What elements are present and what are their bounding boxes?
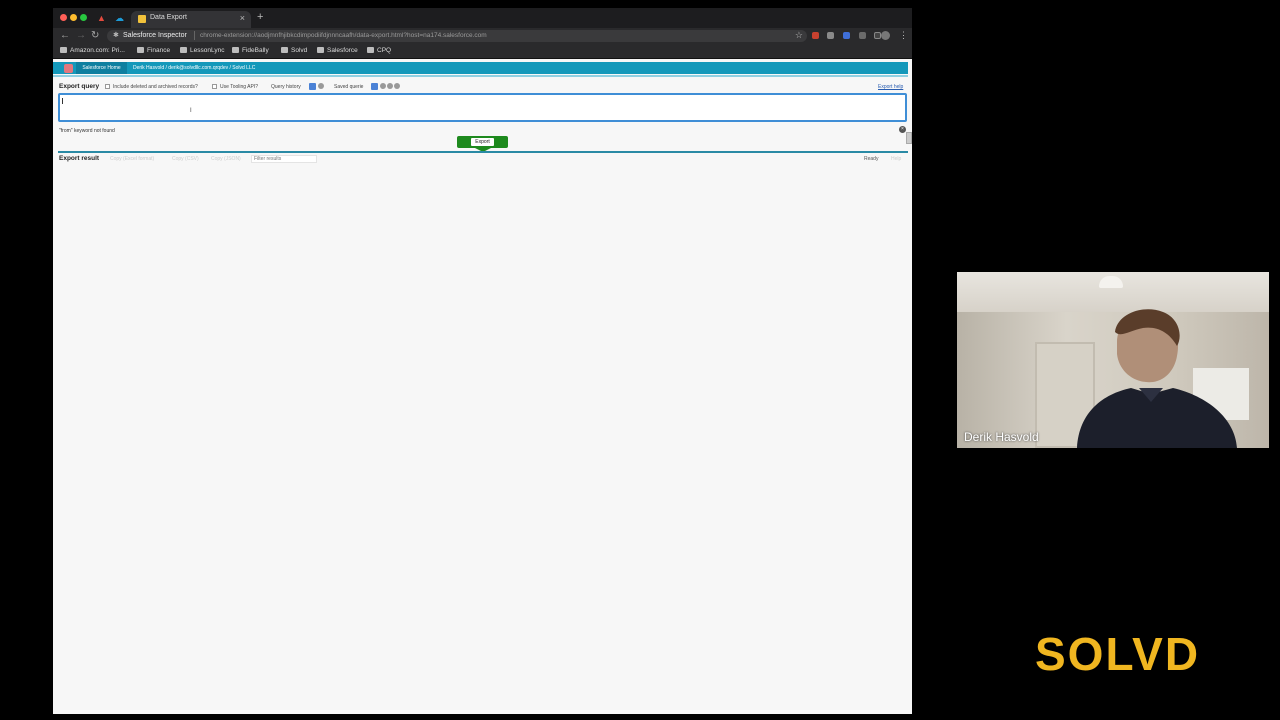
salesforce-home-link[interactable]: Salesforce Home	[76, 62, 127, 74]
extension-red-icon[interactable]	[812, 32, 819, 39]
tab-data-export[interactable]: Data Export ×	[131, 11, 251, 28]
folder-icon	[317, 47, 324, 53]
address-separator	[194, 31, 195, 40]
salesforce-inspector-logo-icon	[64, 64, 73, 73]
tab-strip: ▲ ☁ Data Export × +	[53, 8, 912, 28]
extension-icon: ✱	[113, 32, 119, 39]
data-export-page: Salesforce Home Derik Hasvold / derik@so…	[53, 59, 912, 714]
new-tab-button[interactable]: +	[257, 11, 263, 23]
query-controls: Export query Include deleted and archive…	[59, 83, 908, 93]
copy-json-button[interactable]: Copy (JSON)	[211, 156, 241, 162]
copy-excel-button[interactable]: Copy (Excel format)	[110, 156, 154, 162]
resize-handle[interactable]	[906, 132, 912, 144]
ceiling-lamp	[1099, 276, 1123, 288]
query-editor[interactable]: I	[58, 93, 907, 122]
participant-name-label: Derik Hasvold	[964, 430, 1039, 444]
save-query-icon[interactable]	[380, 83, 386, 89]
browser-toolbar: ← → ↻ ✱ Salesforce Inspector chrome-exte…	[53, 28, 912, 44]
export-button-label: Export	[471, 138, 494, 146]
tab-title: Data Export	[150, 14, 187, 21]
include-deleted-label: Include deleted and archived records?	[113, 84, 198, 90]
extension-dot-icon[interactable]	[859, 32, 866, 39]
query-history-select[interactable]: Query history	[271, 84, 301, 90]
bookmark-folder[interactable]: CPQ	[367, 47, 391, 54]
profile-avatar[interactable]	[881, 31, 890, 40]
folder-icon	[367, 47, 374, 53]
bookmark-folder[interactable]: Solvd	[281, 47, 307, 54]
result-controls: Export result Copy (Excel format) Copy (…	[59, 155, 908, 165]
folder-icon	[281, 47, 288, 53]
use-tooling-checkbox[interactable]	[212, 84, 217, 89]
saved-queries-select[interactable]: Saved querie	[334, 84, 363, 90]
export-help-link[interactable]: Export help	[878, 84, 903, 90]
status-text: Ready	[864, 156, 879, 162]
close-circle-icon[interactable]: ×	[899, 126, 906, 133]
text-caret	[62, 98, 63, 104]
browser-menu-icon[interactable]: ⋮	[899, 30, 908, 40]
copy-csv-button[interactable]: Copy (CSV)	[172, 156, 199, 162]
bookmark-star-icon[interactable]: ☆	[795, 30, 803, 41]
address-url[interactable]: chrome-extension://aodjmnfhjibkcdimpodii…	[200, 32, 487, 39]
saved-queries-dropdown-icon[interactable]	[371, 83, 378, 90]
bookmark-folder[interactable]: FideBally	[232, 47, 269, 54]
export-query-title: Export query	[59, 83, 100, 90]
salesforce-header: Salesforce Home Derik Hasvold / derik@so…	[53, 62, 908, 74]
back-icon[interactable]: ←	[60, 30, 70, 42]
bookmark-folder[interactable]: LessonLync	[180, 47, 224, 54]
presenter-silhouette	[1077, 309, 1237, 448]
header-underline	[53, 75, 908, 77]
export-result-title: Export result	[59, 155, 100, 162]
site-name: Salesforce Inspector	[123, 32, 187, 39]
folder-icon	[137, 47, 144, 53]
bookmark-folder[interactable]: Finance	[137, 47, 170, 54]
section-divider	[58, 151, 908, 153]
pinned-tab-icon[interactable]: ▲	[97, 12, 106, 24]
reload-icon[interactable]: ↻	[91, 30, 99, 42]
window-minimize-button[interactable]	[70, 14, 77, 21]
extension-blue-icon[interactable]	[843, 32, 850, 39]
use-tooling-label: Use Tooling API?	[220, 84, 258, 90]
browser-window: ▲ ☁ Data Export × + ← → ↻ ✱ Salesforce I…	[53, 8, 912, 714]
help-button[interactable]: Help	[891, 156, 901, 162]
bookmarks-bar: Amazon.com: Pri... Finance LessonLync Fi…	[53, 44, 912, 59]
include-deleted-checkbox[interactable]	[105, 84, 110, 89]
pinned-tab-icon-cloud[interactable]: ☁	[115, 12, 124, 24]
clear-history-icon[interactable]	[318, 83, 324, 89]
filter-results-input[interactable]	[251, 155, 317, 163]
delete-query-icon[interactable]	[387, 83, 393, 89]
clear-saved-icon[interactable]	[394, 83, 400, 89]
query-error-message: "from" keyword not found	[59, 128, 115, 134]
window-close-button[interactable]	[60, 14, 67, 21]
address-bar[interactable]: ✱ Salesforce Inspector chrome-extension:…	[107, 30, 807, 42]
user-info: Derik Hasvold / derik@solvdllc.com.qrqde…	[133, 65, 256, 71]
mouse-cursor-icon: I	[190, 108, 192, 114]
tab-close-icon[interactable]: ×	[240, 13, 245, 23]
extension-outline-icon[interactable]	[874, 32, 881, 39]
bookmark-folder[interactable]: Salesforce	[317, 47, 358, 54]
forward-icon[interactable]: →	[76, 30, 86, 42]
extension-gray-icon[interactable]	[827, 32, 834, 39]
tab-favicon-icon	[138, 15, 146, 23]
webcam-video: Derik Hasvold	[957, 272, 1269, 448]
folder-icon	[180, 47, 187, 53]
folder-icon	[232, 47, 239, 53]
query-history-dropdown-icon[interactable]	[309, 83, 316, 90]
bookmark-item[interactable]: Amazon.com: Pri...	[60, 47, 125, 54]
amazon-favicon-icon	[60, 47, 67, 53]
window-maximize-button[interactable]	[80, 14, 87, 21]
solvd-logo: SOLVD	[1035, 628, 1201, 680]
